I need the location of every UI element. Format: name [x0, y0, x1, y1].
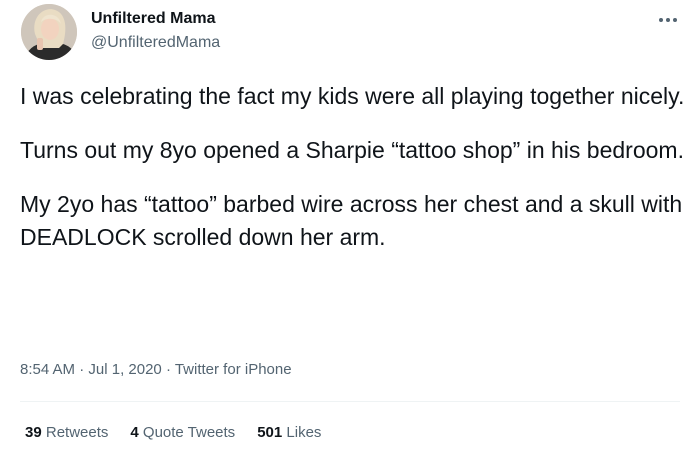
quote-tweets-label: Quote Tweets — [142, 424, 236, 441]
tweet-date-link[interactable]: Jul 1, 2020 — [88, 361, 161, 378]
tweet-card: Unfiltered Mama @UnfilteredMama I was ce… — [0, 0, 700, 456]
dot — [666, 18, 670, 22]
meta-separator: · — [75, 361, 89, 378]
tweet-meta: 8:54 AM · Jul 1, 2020 · Twitter for iPho… — [20, 361, 292, 378]
retweets-label: Retweets — [45, 424, 109, 441]
likes-count: 501 — [257, 424, 283, 441]
likes-label: Likes — [286, 424, 322, 441]
retweets-count: 39 — [25, 424, 42, 441]
divider — [20, 401, 680, 402]
tweet-text: I was celebrating the fact my kids were … — [20, 80, 688, 275]
tweet-paragraph: I was celebrating the fact my kids were … — [20, 83, 685, 109]
quote-tweets-stat[interactable]: 4 Quote Tweets — [130, 424, 235, 441]
more-options-icon[interactable] — [654, 10, 682, 30]
meta-separator: · — [161, 361, 175, 378]
author-display-name[interactable]: Unfiltered Mama — [91, 10, 215, 28]
avatar[interactable] — [21, 4, 77, 60]
profile-photo-icon — [21, 4, 77, 60]
dot — [659, 18, 663, 22]
tweet-source-link[interactable]: Twitter for iPhone — [175, 361, 292, 378]
tweet-paragraph: My 2yo has “tattoo” barbed wire across h… — [20, 191, 683, 250]
retweets-stat[interactable]: 39 Retweets — [25, 424, 108, 441]
quote-tweets-count: 4 — [130, 424, 139, 441]
engagement-stats: 39 Retweets 4 Quote Tweets 501 Likes — [25, 424, 321, 441]
author-handle[interactable]: @UnfilteredMama — [91, 34, 220, 52]
likes-stat[interactable]: 501 Likes — [257, 424, 321, 441]
tweet-paragraph: Turns out my 8yo opened a Sharpie “tatto… — [20, 137, 684, 163]
dot — [673, 18, 677, 22]
tweet-time-link[interactable]: 8:54 AM — [20, 361, 75, 378]
